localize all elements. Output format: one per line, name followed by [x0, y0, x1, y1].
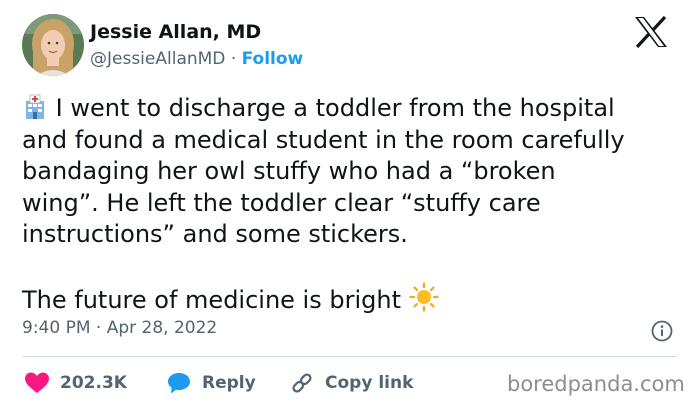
watermark: boredpanda.com — [507, 372, 685, 396]
tweet-line-3: bandaging her owl stuffy who had a “brok… — [22, 157, 556, 185]
tweet-line-6-text: The future of medicine is bright — [22, 286, 401, 314]
author-avatar[interactable] — [22, 14, 84, 76]
sun-emoji-icon — [409, 282, 439, 312]
timestamp-separator: · — [95, 318, 102, 338]
divider — [22, 356, 677, 357]
tweet-line-1-text: I went to discharge a toddler from the h… — [55, 94, 615, 122]
tweet-date: Apr 28, 2022 — [106, 318, 218, 338]
tweet-line-6: The future of medicine is bright — [22, 282, 682, 317]
copy-link-button[interactable]: Copy link — [289, 369, 413, 397]
reply-icon — [168, 373, 190, 394]
author-handle[interactable]: @JessieAllanMD — [90, 49, 225, 69]
tweet-text: I went to discharge a toddler from the h… — [22, 93, 682, 317]
tweet-time: 9:40 PM — [22, 318, 91, 338]
tweet-line-5: instructions” and some stickers. — [22, 220, 408, 248]
paragraph-break — [22, 251, 682, 283]
info-icon[interactable] — [651, 320, 673, 342]
like-count: 202.3K — [60, 373, 127, 393]
hospital-emoji-icon — [26, 94, 44, 119]
tweet-line-1: I went to discharge a toddler from the h… — [22, 93, 682, 125]
like-button[interactable]: 202.3K — [24, 369, 127, 397]
tweet-timestamp[interactable]: 9:40 PM · Apr 28, 2022 — [22, 318, 217, 338]
copy-link-label: Copy link — [325, 373, 414, 393]
heart-icon — [25, 372, 49, 393]
link-icon — [292, 373, 312, 393]
author-name[interactable]: Jessie Allan, MD — [90, 21, 261, 43]
tweet-line-4: wing”. He left the toddler clear “stuffy… — [22, 188, 541, 217]
reply-label: Reply — [202, 373, 256, 393]
tweet-line-2: and found a medical student in the room … — [22, 125, 625, 154]
reply-button[interactable]: Reply — [166, 369, 256, 397]
handle-separator: · — [230, 49, 237, 69]
author-handle-line: @JessieAllanMD · Follow — [90, 49, 303, 69]
x-logo-icon[interactable] — [634, 16, 668, 48]
follow-button[interactable]: Follow — [242, 49, 304, 69]
